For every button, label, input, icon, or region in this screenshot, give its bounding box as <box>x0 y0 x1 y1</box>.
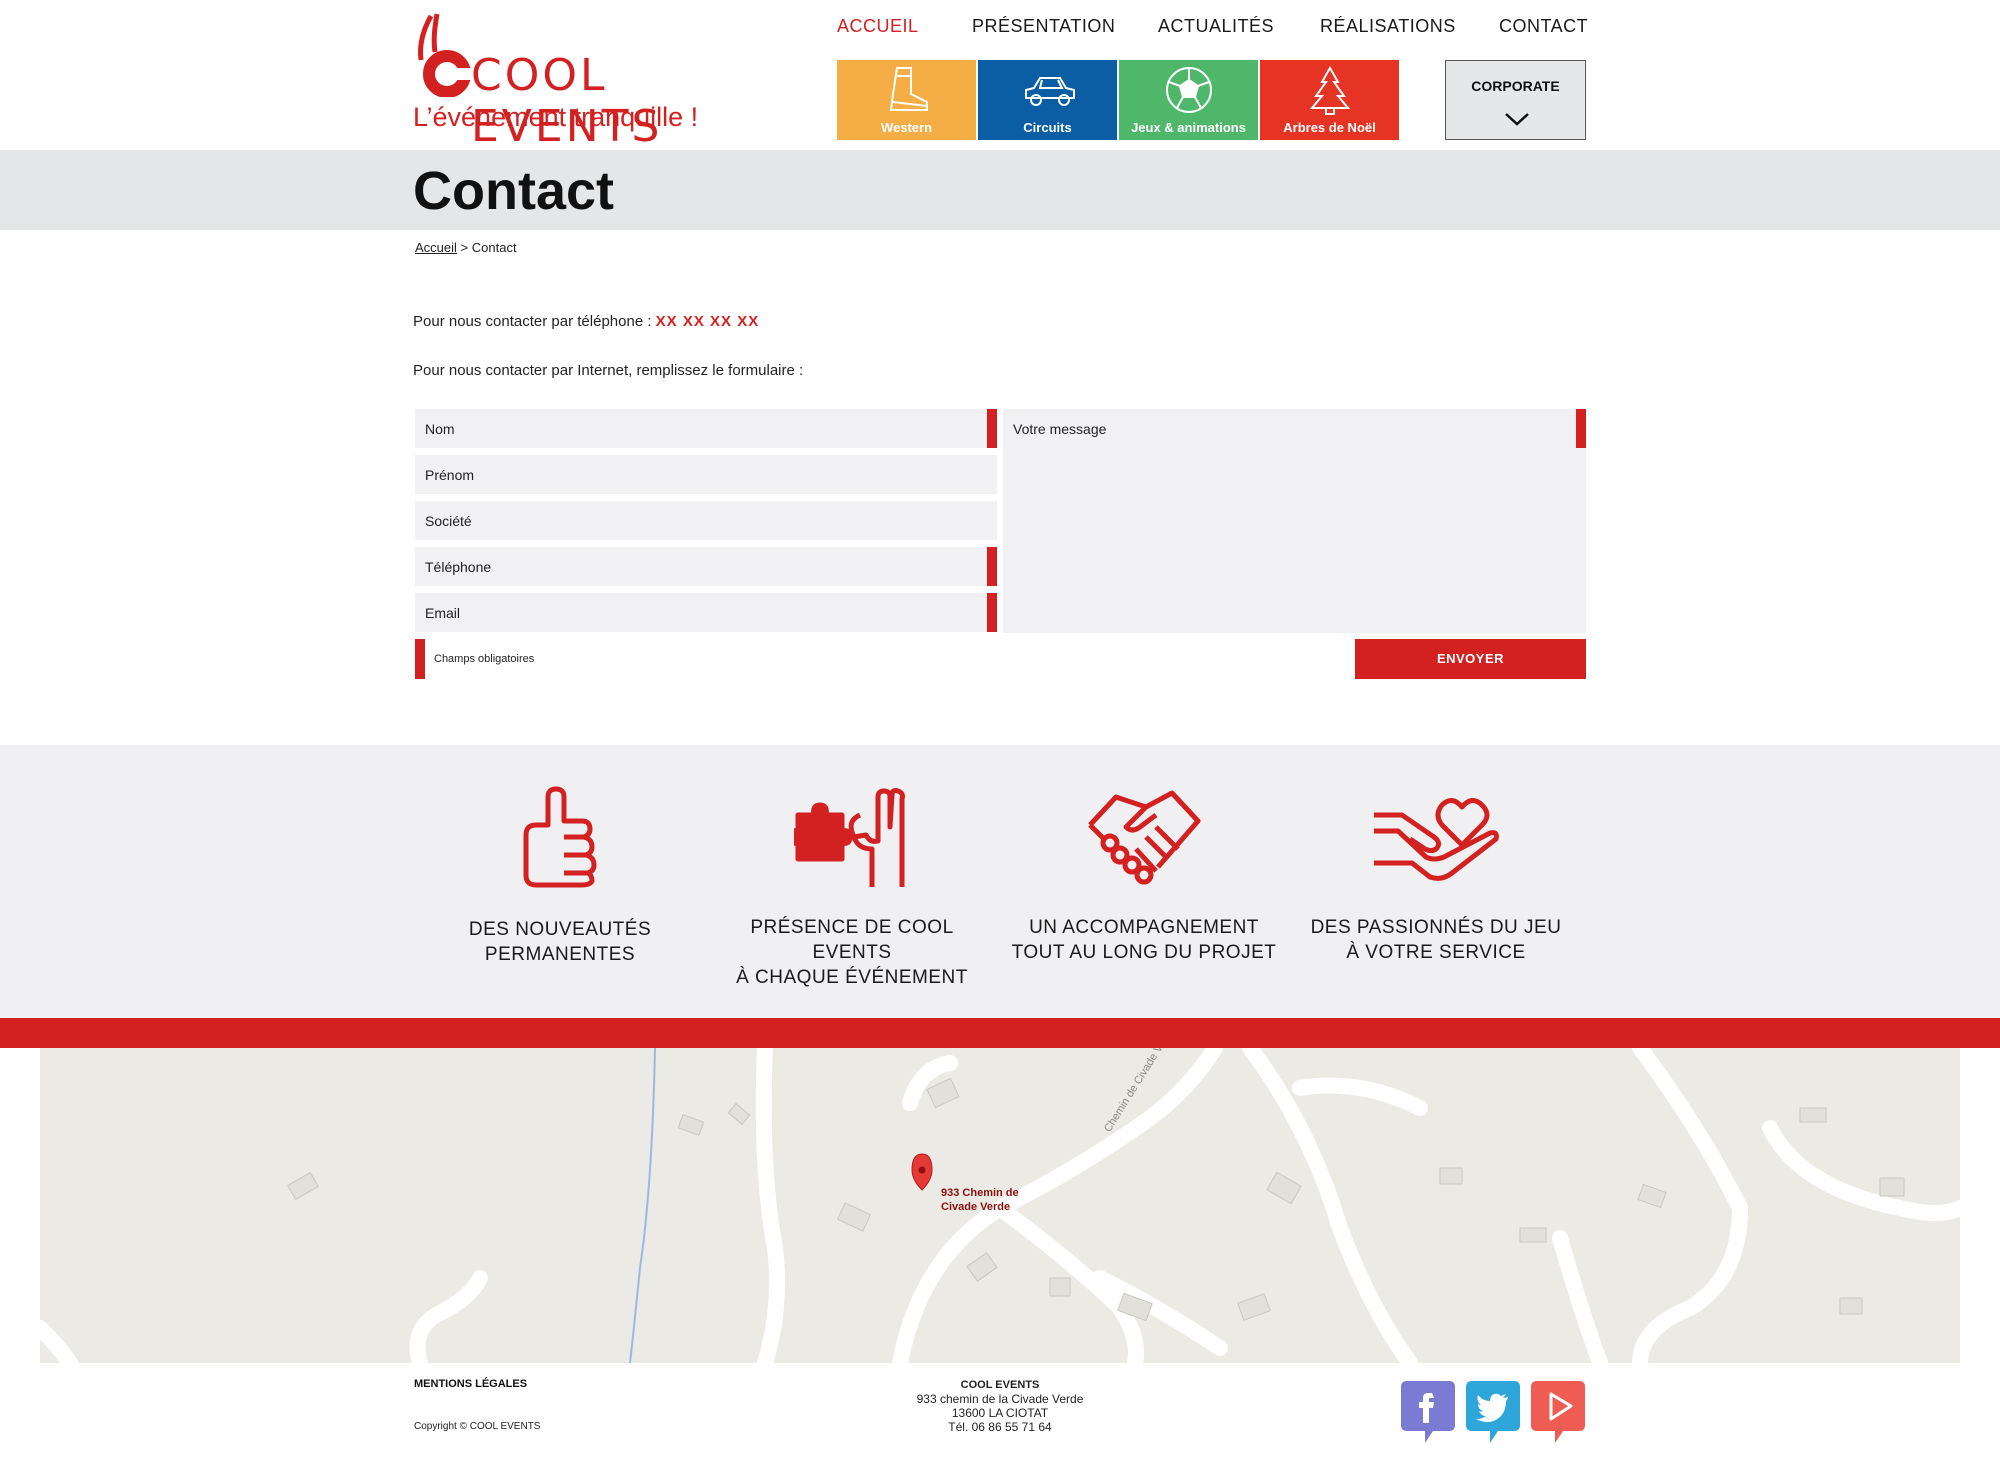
category-western[interactable]: Western <box>837 60 976 140</box>
address-line1: 933 chemin de la Civade Verde <box>916 1392 1084 1406</box>
category-arbres-label: Arbres de Noël <box>1283 120 1376 135</box>
map-marker-line2: Civade Verde <box>941 1201 1011 1213</box>
category-jeux[interactable]: Jeux & animations <box>1119 60 1258 140</box>
feature-passionnes-line2: À VOTRE SERVICE <box>1346 942 1526 963</box>
feature-nouveautes: DES NOUVEAUTÉS PERMANENTES <box>420 745 700 1018</box>
company-field[interactable]: Société <box>415 501 997 540</box>
phone-number[interactable]: XX XX XX XX <box>656 313 760 330</box>
car-icon <box>1025 77 1075 106</box>
email-field[interactable]: Email <box>415 593 997 632</box>
feature-presence-line1: PRÉSENCE DE COOL EVENTS <box>750 917 954 963</box>
feature-passionnes-line1: DES PASSIONNÉS DU JEU <box>1310 917 1562 938</box>
feature-accompagnement-line2: TOUT AU LONG DU PROJET <box>1011 942 1277 963</box>
feature-nouveautes-line2: PERMANENTES <box>484 944 636 965</box>
logo-text: COOL EVENTS <box>471 50 663 152</box>
feature-accompagnement-text: UN ACCOMPAGNEMENT TOUT AU LONG DU PROJET <box>1004 915 1284 965</box>
thumbs-up-icon <box>523 786 597 888</box>
feature-presence-text: PRÉSENCE DE COOL EVENTS À CHAQUE ÉVÉNEME… <box>712 915 992 990</box>
logo[interactable]: COOL EVENTS L’événement tranquille ! <box>413 10 733 152</box>
phone-contact-line: Pour nous contacter par téléphone : XX X… <box>413 313 759 330</box>
corporate-label: CORPORATE <box>1471 78 1560 94</box>
logo-mark-icon <box>418 13 475 97</box>
firstname-field[interactable]: Prénom <box>415 455 997 494</box>
nav-realisations[interactable]: RÉALISATIONS <box>1320 16 1456 37</box>
red-divider <box>0 1018 2000 1048</box>
phone-placeholder: Téléphone <box>425 559 492 575</box>
nav-contact[interactable]: CONTACT <box>1499 16 1588 37</box>
site-header: COOL EVENTS L’événement tranquille ! ACC… <box>0 0 2000 152</box>
page-title: Contact <box>413 161 614 221</box>
company-placeholder: Société <box>425 513 472 529</box>
heart-hand-icon <box>1374 798 1499 881</box>
feature-accompagnement-line1: UN ACCOMPAGNEMENT <box>1029 917 1259 938</box>
soccer-ball-icon <box>1166 67 1212 113</box>
category-jeux-label: Jeux & animations <box>1131 120 1246 135</box>
email-placeholder: Email <box>425 605 461 621</box>
handshake-icon <box>1088 790 1201 885</box>
company-phone: Tél. 06 86 55 71 64 <box>948 1420 1052 1434</box>
name-field[interactable]: Nom <box>415 409 997 448</box>
boot-icon <box>889 67 928 111</box>
feature-passionnes-text: DES PASSIONNÉS DU JEU À VOTRE SERVICE <box>1296 915 1576 965</box>
required-fields-note: Champs obligatoires <box>415 639 543 679</box>
logo-tagline: L’événement tranquille ! <box>413 102 699 132</box>
copyright-text: Copyright © COOL EVENTS <box>414 1421 541 1432</box>
legal-notice-link[interactable]: MENTIONS LÉGALES <box>414 1378 527 1390</box>
features-section: DES NOUVEAUTÉS PERMANENTES PRÉSENCE DE C… <box>0 745 2000 1018</box>
facebook-icon[interactable] <box>1399 1379 1457 1445</box>
category-arbres-noel[interactable]: Arbres de Noël <box>1260 60 1399 140</box>
twitter-icon[interactable] <box>1464 1379 1522 1445</box>
company-name: COOL EVENTS <box>960 1379 1040 1391</box>
title-band: Contact <box>0 150 2000 230</box>
feature-accompagnement: UN ACCOMPAGNEMENT TOUT AU LONG DU PROJET <box>1004 745 1284 1018</box>
puzzle-hand-icon <box>794 788 905 887</box>
breadcrumb-current: Contact <box>471 240 517 255</box>
feature-passionnes: DES PASSIONNÉS DU JEU À VOTRE SERVICE <box>1296 745 1576 1018</box>
map-marker-label: 933 Chemin de Civade Verde <box>941 1186 1019 1214</box>
category-western-label: Western <box>880 120 933 135</box>
company-address: COOL EVENTS 933 chemin de la Civade Verd… <box>850 1378 1150 1434</box>
chevron-down-icon <box>1505 113 1529 126</box>
youtube-icon[interactable] <box>1529 1379 1587 1445</box>
feature-presence-line2: À CHAQUE ÉVÉNEMENT <box>736 967 968 988</box>
breadcrumb-separator: > <box>460 240 469 255</box>
feature-nouveautes-text: DES NOUVEAUTÉS PERMANENTES <box>420 917 700 967</box>
location-map[interactable]: 933 Chemin de Civade Verde Chemin de Civ… <box>40 1048 1960 1363</box>
send-button[interactable]: ENVOYER <box>1355 639 1586 679</box>
site-footer: MENTIONS LÉGALES Copyright © COOL EVENTS… <box>0 1363 2000 1469</box>
firstname-placeholder: Prénom <box>425 467 475 483</box>
phone-intro: Pour nous contacter par téléphone : <box>413 313 652 330</box>
nav-accueil[interactable]: ACCUEIL <box>837 16 919 37</box>
feature-presence: PRÉSENCE DE COOL EVENTS À CHAQUE ÉVÉNEME… <box>712 745 992 1018</box>
breadcrumb: Accueil > Contact <box>415 240 517 255</box>
form-intro: Pour nous contacter par Internet, rempli… <box>413 362 804 379</box>
christmas-tree-icon <box>1309 65 1351 115</box>
message-textarea[interactable]: Votre message <box>1003 409 1586 633</box>
nav-presentation[interactable]: PRÉSENTATION <box>972 16 1115 37</box>
category-circuits-label: Circuits <box>1023 120 1072 135</box>
feature-nouveautes-line1: DES NOUVEAUTÉS <box>468 919 652 940</box>
name-placeholder: Nom <box>425 421 455 437</box>
corporate-dropdown[interactable]: CORPORATE <box>1445 60 1586 140</box>
nav-actualites[interactable]: ACTUALITÉS <box>1158 16 1274 37</box>
phone-field[interactable]: Téléphone <box>415 547 997 586</box>
category-circuits[interactable]: Circuits <box>978 60 1117 140</box>
message-placeholder: Votre message <box>1013 421 1107 437</box>
address-line2: 13600 LA CIOTAT <box>951 1406 1049 1420</box>
main-nav: ACCUEIL PRÉSENTATION ACTUALITÉS RÉALISAT… <box>837 16 1588 46</box>
breadcrumb-home-link[interactable]: Accueil <box>415 240 457 255</box>
map-marker-line1: 933 Chemin de <box>941 1187 1019 1199</box>
